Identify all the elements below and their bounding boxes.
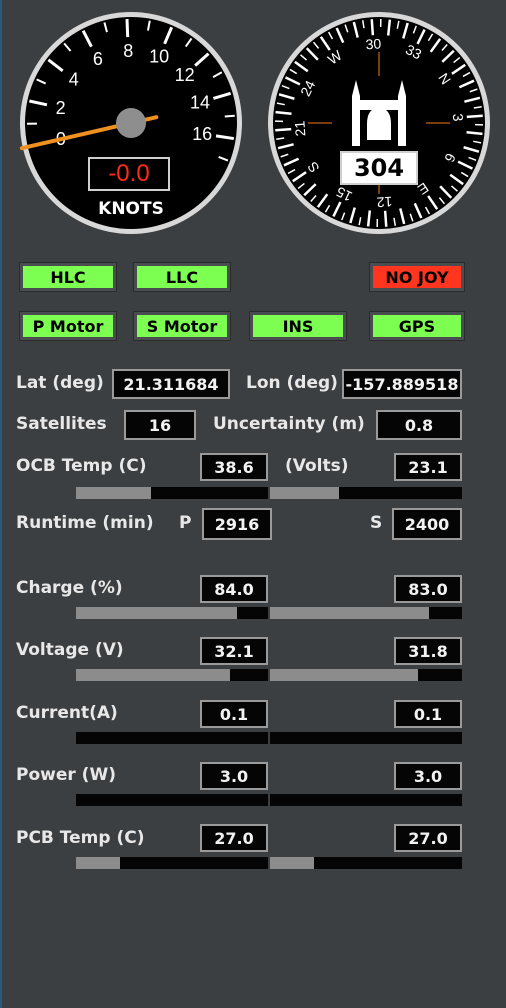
compass-tick (466, 130, 483, 136)
lon-label: Lon (deg) (246, 373, 338, 393)
power-label: Power (W) (16, 765, 116, 785)
satellites-label: Satellites (16, 414, 107, 434)
satellites-value: 16 (124, 410, 196, 440)
charge-s-value: 83.0 (394, 575, 462, 603)
pcb-temp-p-bar (76, 857, 268, 869)
pcb-temp-s-value: 27.0 (394, 824, 462, 852)
ocb-volts-value: 23.1 (394, 453, 462, 481)
voltage-p-bar (76, 669, 268, 681)
compass: N 3 6 E 12 15 S 21 24 W 30 33 304 (266, 10, 492, 236)
compass-tick (383, 210, 388, 227)
llc-indicator: LLC (133, 262, 231, 292)
current-p-bar (76, 732, 268, 744)
speed-readout: -0.0 (108, 160, 150, 187)
ocb-volts-label: (Volts) (285, 456, 349, 476)
ocb-temp-label: OCB Temp (C) (16, 456, 147, 476)
compass-tick (370, 19, 375, 36)
charge-s-bar (270, 607, 462, 619)
uncertainty-label: Uncertainty (m) (213, 414, 365, 434)
power-p-bar (76, 794, 268, 806)
current-s-value: 0.1 (394, 700, 462, 728)
voltage-p-value: 32.1 (200, 637, 268, 665)
ocb-volts-bar (270, 487, 462, 499)
hlc-indicator: HLC (19, 262, 117, 292)
pcb-temp-label: PCB Temp (C) (16, 828, 145, 848)
speed-tick-label: 10 (149, 47, 169, 67)
compass-label: 12 (376, 194, 393, 211)
compass-tick (275, 127, 292, 132)
speed-unit-label: KNOTS (98, 199, 164, 219)
compass-label: 30 (365, 35, 382, 52)
speed-readout-box: -0.0 (88, 157, 170, 191)
speed-tick-label: 6 (93, 49, 103, 69)
voltage-s-bar (270, 669, 462, 681)
speed-tick-label: 12 (175, 65, 195, 85)
runtime-p-value: 2916 (202, 508, 272, 540)
power-s-bar (270, 794, 462, 806)
s-motor-indicator: S Motor (133, 311, 231, 341)
runtime-label: Runtime (min) (16, 513, 154, 533)
speed-tick-label: 14 (190, 92, 210, 112)
power-s-value: 3.0 (394, 762, 462, 790)
lat-label: Lat (deg) (16, 373, 104, 393)
charge-p-bar (76, 607, 268, 619)
pcb-temp-s-bar (270, 857, 462, 869)
p-motor-indicator: P Motor (19, 311, 117, 341)
pcb-temp-p-value: 27.0 (200, 824, 268, 852)
compass-tick (386, 19, 392, 36)
lon-value: -157.889518 (342, 369, 462, 399)
charge-label: Charge (%) (16, 578, 123, 598)
current-s-bar (270, 732, 462, 744)
runtime-s-value: 2400 (392, 508, 462, 540)
speed-tick-label: 8 (123, 41, 133, 61)
runtime-p-label: P (179, 513, 192, 533)
current-p-value: 0.1 (200, 700, 268, 728)
window-edge (0, 0, 2, 1008)
compass-label: 21 (291, 120, 308, 137)
compass-label: 3 (450, 113, 467, 122)
gps-indicator: GPS (369, 311, 465, 341)
no-joy-indicator: NO JOY (369, 262, 465, 292)
speed-tick-label: 16 (192, 124, 212, 144)
speed-gauge: 0246810121416 -0.0 KNOTS (18, 10, 244, 236)
speed-tick (125, 19, 130, 38)
ocb-temp-bar (76, 487, 268, 499)
speed-tick (224, 114, 235, 118)
heading-readout: 304 (340, 151, 418, 185)
runtime-s-label: S (370, 513, 383, 533)
compass-tick (366, 210, 372, 227)
uncertainty-value: 0.8 (376, 410, 462, 440)
voltage-label: Voltage (V) (16, 640, 124, 660)
charge-p-value: 84.0 (200, 575, 268, 603)
power-p-value: 3.0 (200, 762, 268, 790)
speed-tick-label: 4 (69, 69, 79, 89)
ins-indicator: INS (249, 311, 347, 341)
compass-tick (275, 110, 292, 116)
voltage-s-value: 31.8 (394, 637, 462, 665)
current-label: Current(A) (16, 703, 118, 723)
speed-tick-label: 2 (56, 98, 66, 118)
needle-hub (116, 108, 146, 138)
ocb-temp-value: 38.6 (200, 453, 268, 481)
compass-tick (466, 114, 483, 119)
lat-value: 21.311684 (112, 369, 230, 399)
